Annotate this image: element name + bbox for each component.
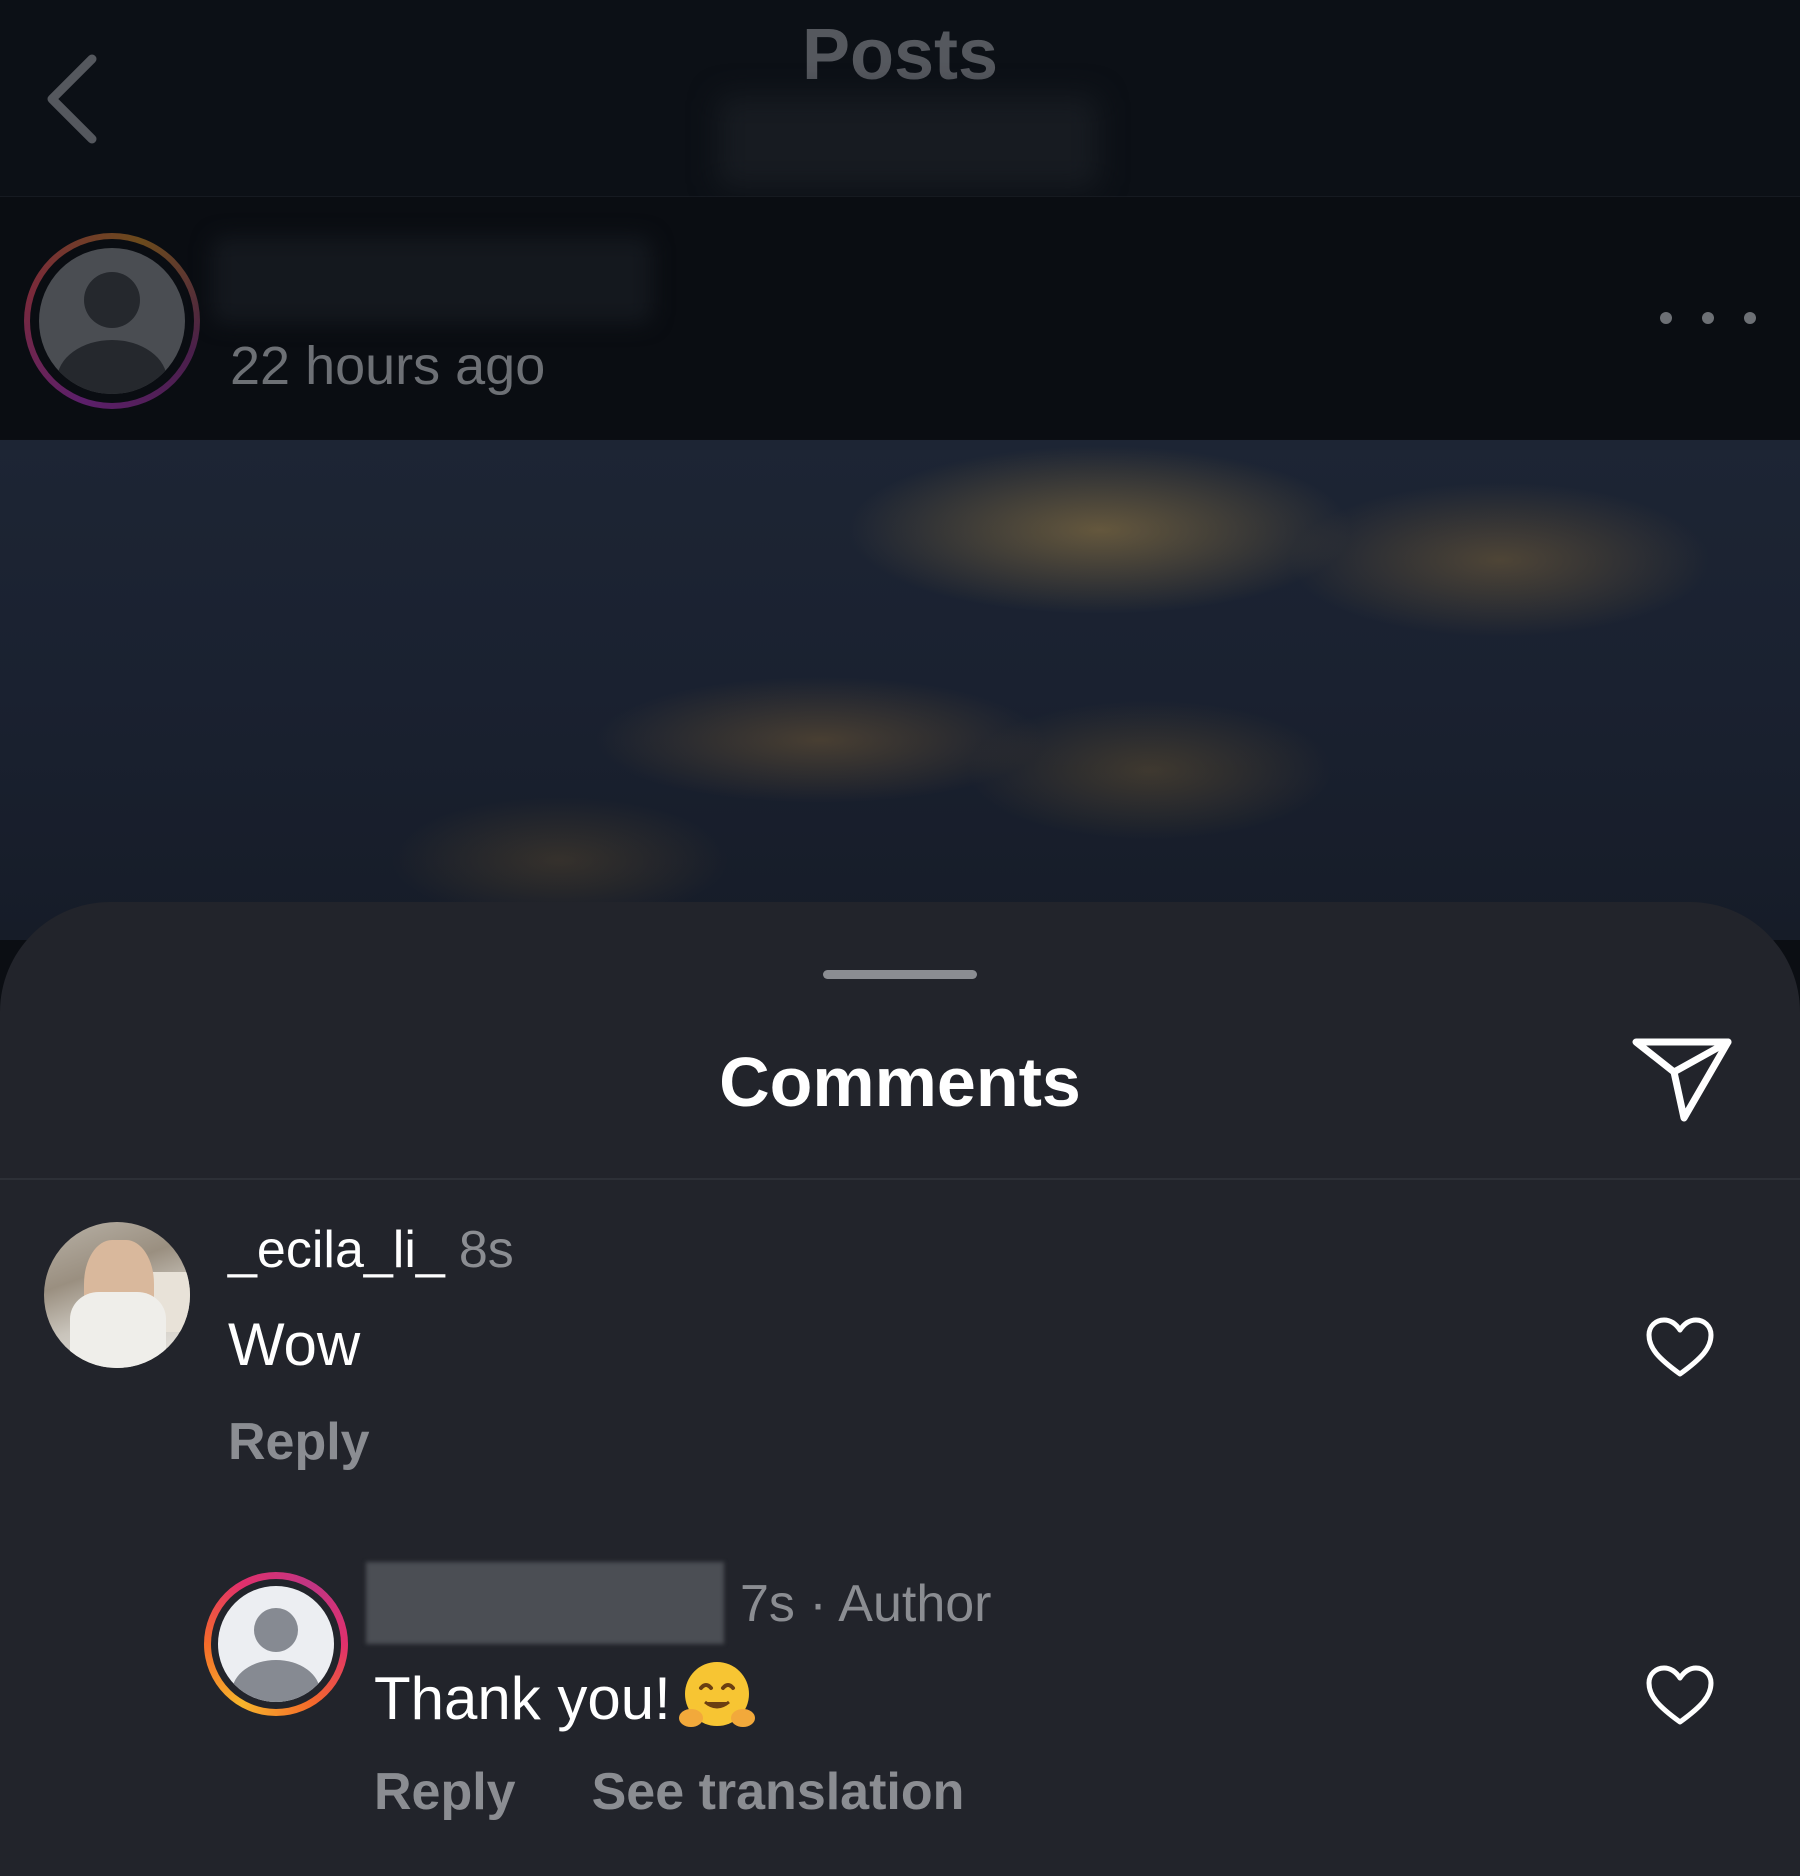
divider [0,1178,1800,1180]
avatar-photo-detail [70,1292,166,1368]
post-header: 22 hours ago [0,197,1800,439]
comment-text: Wow [228,1311,361,1378]
avatar-body [232,1660,320,1702]
comment-text-row: Thank you! [374,1658,757,1738]
see-translation-button[interactable]: See translation [592,1762,965,1822]
comment-text: Thank you! [374,1664,671,1732]
like-comment-button[interactable] [1640,1308,1720,1388]
more-horizontal-icon-dot [1660,312,1672,324]
more-horizontal-icon-dot [1744,312,1756,324]
avatar-head [254,1608,298,1652]
comments-title: Comments [719,1043,1081,1121]
comment-actions: Reply See translation [374,1762,964,1822]
avatar-body [57,340,167,394]
comment-header: _ecila_li_ 8s [228,1220,514,1280]
post-comments-screen: Posts 22 hours ago Comments _ecila_li_ 8… [0,0,1800,1876]
default-avatar-icon [218,1586,334,1702]
avatar-ring-gap [30,239,194,403]
like-comment-button[interactable] [1640,1656,1720,1736]
comment-meta: 7s · Author [740,1575,992,1633]
avatar-ring-gap [211,1579,341,1709]
post-timestamp: 22 hours ago [230,336,546,396]
post-image[interactable] [0,440,1800,940]
comment-time: 8s [458,1221,514,1279]
author-avatar[interactable] [24,233,200,409]
comment-username[interactable]: _ecila_li_ [228,1221,445,1279]
default-avatar-icon [39,248,185,394]
sheet-drag-handle[interactable] [823,970,977,979]
page-title: Posts [801,15,999,95]
heart-outline-icon [1646,1665,1714,1725]
share-button[interactable] [1624,1028,1740,1132]
comments-sheet: Comments _ecila_li_ 8s Wow Reply 7s · Au… [0,902,1800,1876]
blurred-subtitle [718,96,1098,188]
author-reply-avatar[interactable] [204,1572,348,1716]
top-navigation-bar: Posts [0,0,1800,197]
more-options-button[interactable] [1660,296,1756,340]
heart-outline-icon [1646,1317,1714,1377]
reply-button[interactable]: Reply [228,1412,370,1472]
avatar-head [84,272,140,328]
blurred-username[interactable] [212,237,652,323]
blurred-username[interactable] [366,1562,724,1644]
more-horizontal-icon-dot [1702,312,1714,324]
commenter-avatar[interactable] [44,1222,190,1368]
reply-button[interactable]: Reply [374,1762,516,1822]
hugging-face-emoji-icon [678,1662,755,1727]
send-icon [1632,1038,1732,1122]
